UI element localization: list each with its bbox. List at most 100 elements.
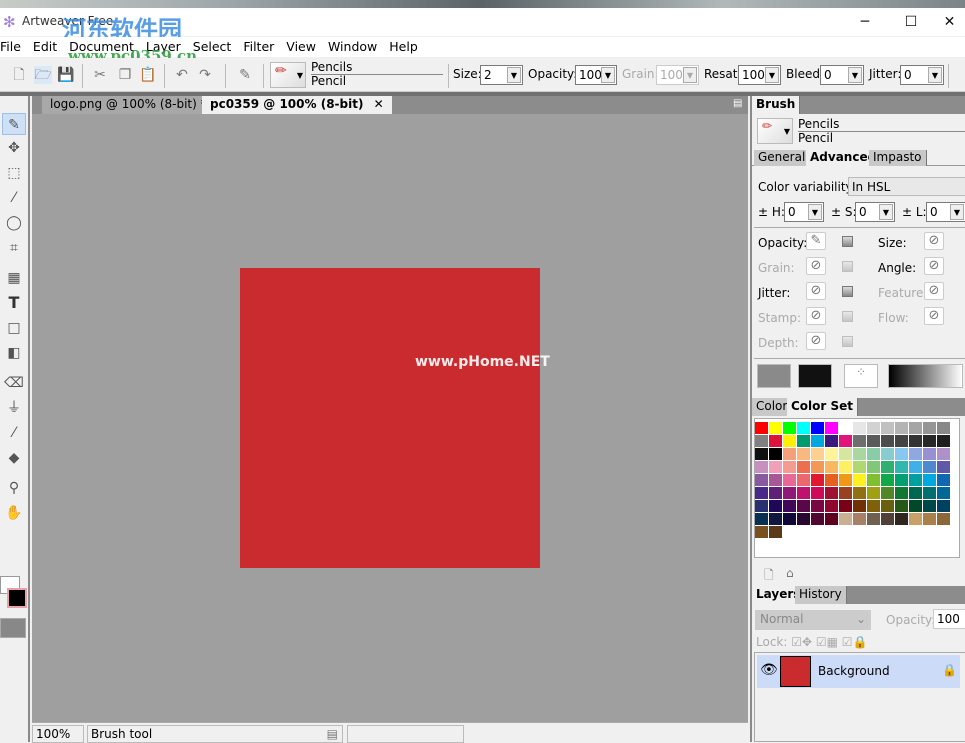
brush-stamp-picker[interactable] — [798, 364, 832, 388]
color-swatch[interactable] — [797, 461, 810, 473]
color-swatch[interactable] — [867, 474, 880, 486]
copy-icon[interactable]: ❐ — [116, 66, 134, 84]
save-icon[interactable]: 💾 — [57, 66, 75, 84]
gradient-tool-icon[interactable]: ◧ — [2, 342, 26, 364]
color-swatch[interactable] — [909, 422, 922, 434]
color-swatch[interactable] — [895, 500, 908, 512]
layer-row-background[interactable]: 👁 Background 🔒 — [757, 655, 960, 688]
color-swatch[interactable] — [755, 474, 768, 486]
color-swatch[interactable] — [797, 474, 810, 486]
perspective-tool-icon[interactable]: ▦ — [2, 267, 26, 289]
color-swatch[interactable] — [769, 513, 782, 525]
menu-file[interactable]: File — [0, 37, 29, 57]
tab-impasto[interactable]: Impasto — [869, 150, 927, 166]
opacity-input[interactable]: 100 ▼ — [575, 65, 617, 85]
color-swatch[interactable] — [769, 448, 782, 460]
color-swatch[interactable] — [923, 448, 936, 460]
color-swatch[interactable] — [923, 435, 936, 447]
gradient-picker[interactable] — [888, 364, 963, 388]
color-swatch[interactable] — [811, 435, 824, 447]
color-swatch[interactable] — [839, 513, 852, 525]
zoom-level[interactable]: 100% — [32, 725, 84, 743]
color-swatch[interactable] — [881, 461, 894, 473]
tab-color-set[interactable]: Color Set — [787, 398, 859, 416]
color-swatch[interactable] — [825, 448, 838, 460]
color-swatch[interactable] — [755, 435, 768, 447]
size-input[interactable]: 2 ▼ — [480, 65, 523, 85]
eye-visibility-icon[interactable]: 👁 — [760, 662, 778, 678]
color-swatch[interactable] — [867, 513, 880, 525]
color-swatch[interactable] — [895, 435, 908, 447]
tab-history[interactable]: History — [795, 586, 847, 604]
color-swatch[interactable] — [797, 513, 810, 525]
brush-preset-picker[interactable]: ✏ ▼ — [757, 118, 793, 144]
brush-name[interactable]: Pencil — [311, 74, 346, 88]
new-file-icon[interactable]: 🗋 — [10, 66, 28, 84]
color-swatch[interactable] — [881, 487, 894, 499]
color-swatch[interactable] — [839, 500, 852, 512]
color-swatch[interactable] — [881, 448, 894, 460]
color-swatch[interactable] — [853, 513, 866, 525]
color-swatch[interactable] — [811, 487, 824, 499]
color-swatch[interactable] — [825, 487, 838, 499]
color-swatch[interactable] — [909, 448, 922, 460]
color-swatch[interactable] — [825, 422, 838, 434]
paper-texture-picker[interactable] — [0, 618, 26, 638]
maximize-button[interactable]: ☐ — [888, 8, 934, 36]
color-swatch[interactable] — [783, 422, 796, 434]
stamp-tool-icon[interactable]: ⏚ — [2, 397, 26, 419]
canvas-image[interactable] — [240, 268, 540, 568]
color-swatch[interactable] — [825, 513, 838, 525]
delete-swatch-icon[interactable]: ⌂ — [786, 566, 794, 580]
opacity-expression-picker[interactable]: ✎ — [806, 232, 826, 250]
l-input[interactable]: 0 ▼ — [926, 202, 965, 222]
jitter-expression-checkbox[interactable] — [842, 286, 853, 297]
brush-tool-icon[interactable]: ✎ — [236, 66, 254, 84]
color-swatch[interactable] — [755, 500, 768, 512]
tab-pc0359[interactable]: pc0359 @ 100% (8-bit) ✕ — [202, 96, 392, 114]
eraser-tool-icon[interactable]: ⌫ — [2, 372, 26, 394]
color-swatch[interactable] — [811, 448, 824, 460]
color-swatch[interactable] — [909, 474, 922, 486]
tab-general[interactable]: General — [754, 150, 811, 166]
color-swatch[interactable] — [811, 422, 824, 434]
eyedropper-tool-icon[interactable]: ⁄ — [2, 422, 26, 444]
color-swatch[interactable] — [769, 422, 782, 434]
h-input[interactable]: 0 ▼ — [784, 202, 824, 222]
color-swatch[interactable] — [895, 513, 908, 525]
color-swatch[interactable] — [867, 422, 880, 434]
color-swatch[interactable] — [937, 448, 950, 460]
color-swatch[interactable] — [923, 474, 936, 486]
brush-preset-picker[interactable]: ✏ ▼ — [270, 62, 306, 88]
color-swatch[interactable] — [783, 435, 796, 447]
color-variability-select[interactable]: In HSL — [848, 177, 965, 196]
angle-expression-picker[interactable]: ⊘ — [924, 257, 944, 275]
jitter-expression-picker[interactable]: ⊘ — [806, 282, 826, 300]
color-swatch[interactable] — [867, 487, 880, 499]
color-swatch[interactable] — [909, 461, 922, 473]
text-tool-icon[interactable]: T — [2, 292, 26, 314]
color-swatch[interactable] — [909, 513, 922, 525]
open-file-icon[interactable]: 🗁 — [34, 66, 52, 84]
color-swatch[interactable] — [755, 487, 768, 499]
color-swatch[interactable] — [909, 435, 922, 447]
color-swatch[interactable] — [881, 422, 894, 434]
crop-tool-icon[interactable]: ⌗ — [2, 237, 26, 259]
bleed-input[interactable]: 0 ▼ — [820, 65, 864, 85]
color-swatch[interactable] — [769, 487, 782, 499]
opacity-expression-checkbox[interactable] — [842, 236, 853, 247]
undo-icon[interactable]: ↶ — [173, 66, 191, 84]
color-swatch[interactable] — [811, 474, 824, 486]
color-swatch[interactable] — [783, 513, 796, 525]
color-swatch[interactable] — [755, 513, 768, 525]
panel-menu-icon[interactable]: ▤ — [733, 98, 742, 109]
color-swatch[interactable] — [811, 513, 824, 525]
brush-category[interactable]: Pencils — [798, 117, 965, 132]
color-swatch[interactable] — [839, 474, 852, 486]
close-tab-icon[interactable]: ✕ — [374, 97, 384, 111]
color-swatch[interactable] — [825, 500, 838, 512]
move-tool-icon[interactable]: ✥ — [2, 137, 26, 159]
color-swatch[interactable] — [811, 461, 824, 473]
rect-select-tool-icon[interactable]: ⬚ — [2, 162, 26, 184]
color-swatch[interactable] — [923, 487, 936, 499]
